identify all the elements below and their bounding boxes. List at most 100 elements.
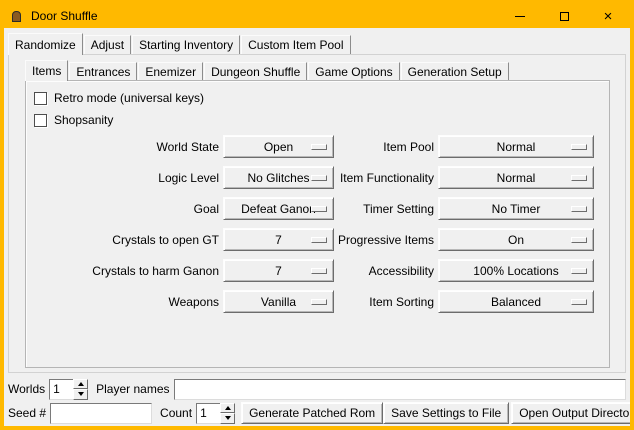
weapons-label: Weapons: [26, 295, 219, 309]
client-area: Randomize Adjust Starting Inventory Cust…: [4, 28, 630, 426]
player-names-input[interactable]: [174, 379, 627, 400]
timer-setting-label: Timer Setting: [334, 202, 434, 216]
crystals-open-gt-dropdown[interactable]: 7: [223, 228, 334, 251]
field-row: Logic Level No Glitches Item Functionali…: [26, 162, 609, 193]
worlds-spin-down-button[interactable]: [73, 389, 88, 400]
retro-mode-row: Retro mode (universal keys): [34, 87, 609, 109]
generate-patched-rom-button[interactable]: Generate Patched Rom: [241, 402, 383, 424]
item-sorting-dropdown[interactable]: Balanced: [438, 290, 594, 313]
worlds-spinner: [49, 379, 88, 400]
dropdown-indicator-icon: [311, 237, 327, 243]
world-state-label: World State: [26, 140, 219, 154]
field-row: Crystals to harm Ganon 7 Accessibility 1…: [26, 255, 609, 286]
maximize-button[interactable]: [542, 4, 586, 28]
dropdown-indicator-icon: [311, 206, 327, 212]
shopsanity-checkbox[interactable]: [34, 114, 47, 127]
down-arrow-icon: [225, 416, 231, 420]
inner-tab-bar: Items Entrances Enemizer Dungeon Shuffle…: [25, 59, 625, 80]
worlds-spin-buttons: [73, 379, 88, 400]
crystals-open-gt-value: 7: [275, 233, 282, 247]
seed-input[interactable]: [50, 403, 152, 424]
window-title: Door Shuffle: [31, 9, 98, 23]
dropdown-indicator-icon: [571, 299, 587, 305]
option-fields: World State Open Item Pool Normal Logic …: [26, 131, 609, 317]
open-output-directory-button[interactable]: Open Output Directory: [511, 402, 634, 424]
dropdown-indicator-icon: [571, 144, 587, 150]
dropdown-indicator-icon: [311, 144, 327, 150]
logic-level-value: No Glitches: [247, 171, 309, 185]
dropdown-indicator-icon: [571, 175, 587, 181]
accessibility-value: 100% Locations: [473, 264, 558, 278]
field-row: Crystals to open GT 7 Progressive Items …: [26, 224, 609, 255]
tab-entrances[interactable]: Entrances: [69, 62, 137, 80]
worlds-label: Worlds: [8, 382, 45, 396]
tab-game-options[interactable]: Game Options: [308, 62, 399, 80]
count-input[interactable]: [196, 403, 220, 424]
item-functionality-value: Normal: [497, 171, 536, 185]
weapons-dropdown[interactable]: Vanilla: [223, 290, 334, 313]
item-pool-value: Normal: [497, 140, 536, 154]
timer-setting-dropdown[interactable]: No Timer: [438, 197, 594, 220]
seed-label: Seed #: [8, 406, 46, 420]
worlds-row: Worlds Player names: [8, 378, 626, 400]
down-arrow-icon: [78, 392, 84, 396]
worlds-spin-up-button[interactable]: [73, 379, 88, 390]
accessibility-dropdown[interactable]: 100% Locations: [438, 259, 594, 282]
logic-level-dropdown[interactable]: No Glitches: [223, 166, 334, 189]
titlebar[interactable]: Door Shuffle ×: [4, 4, 630, 28]
dropdown-indicator-icon: [311, 299, 327, 305]
weapons-value: Vanilla: [261, 295, 296, 309]
dropdown-indicator-icon: [571, 206, 587, 212]
count-spin-down-button[interactable]: [220, 413, 235, 424]
dropdown-indicator-icon: [311, 175, 327, 181]
progressive-items-dropdown[interactable]: On: [438, 228, 594, 251]
crystals-harm-ganon-label: Crystals to harm Ganon: [26, 264, 219, 278]
retro-mode-checkbox[interactable]: [34, 92, 47, 105]
count-label: Count: [160, 406, 192, 420]
crystals-harm-ganon-dropdown[interactable]: 7: [223, 259, 334, 282]
count-spin-up-button[interactable]: [220, 403, 235, 414]
app-window: Door Shuffle × Randomize Adjust Starting…: [0, 0, 634, 430]
door-icon: [12, 11, 21, 22]
close-icon: ×: [604, 9, 613, 24]
count-spinner: [196, 403, 235, 424]
minimize-button[interactable]: [498, 4, 542, 28]
goal-value: Defeat Ganon: [241, 202, 316, 216]
minimize-icon: [515, 16, 525, 17]
checkbox-area: Retro mode (universal keys) Shopsanity: [26, 81, 609, 131]
tab-dungeon-shuffle[interactable]: Dungeon Shuffle: [204, 62, 307, 80]
count-spin-buttons: [220, 403, 235, 424]
tab-custom-item-pool[interactable]: Custom Item Pool: [241, 35, 350, 54]
goal-dropdown[interactable]: Defeat Ganon: [223, 197, 334, 220]
tab-randomize[interactable]: Randomize: [8, 33, 83, 55]
tab-adjust[interactable]: Adjust: [84, 35, 131, 54]
dropdown-indicator-icon: [571, 268, 587, 274]
retro-mode-label: Retro mode (universal keys): [54, 91, 204, 105]
field-row: Weapons Vanilla Item Sorting Balanced: [26, 286, 609, 317]
item-pool-dropdown[interactable]: Normal: [438, 135, 594, 158]
item-functionality-dropdown[interactable]: Normal: [438, 166, 594, 189]
field-row: World State Open Item Pool Normal: [26, 131, 609, 162]
timer-setting-value: No Timer: [492, 202, 541, 216]
progressive-items-value: On: [508, 233, 524, 247]
worlds-input[interactable]: [49, 379, 73, 400]
dropdown-indicator-icon: [571, 237, 587, 243]
tab-generation-setup[interactable]: Generation Setup: [401, 62, 509, 80]
tab-items[interactable]: Items: [25, 60, 68, 81]
crystals-harm-ganon-value: 7: [275, 264, 282, 278]
item-sorting-value: Balanced: [491, 295, 541, 309]
outer-tab-bar: Randomize Adjust Starting Inventory Cust…: [8, 32, 352, 54]
goal-label: Goal: [26, 202, 219, 216]
accessibility-label: Accessibility: [334, 264, 434, 278]
maximize-icon: [560, 12, 569, 21]
player-names-label: Player names: [96, 382, 169, 396]
save-settings-button[interactable]: Save Settings to File: [383, 402, 509, 424]
progressive-items-label: Progressive Items: [334, 233, 434, 247]
crystals-open-gt-label: Crystals to open GT: [26, 233, 219, 247]
tab-starting-inventory[interactable]: Starting Inventory: [132, 35, 240, 54]
tab-enemizer[interactable]: Enemizer: [138, 62, 203, 80]
world-state-dropdown[interactable]: Open: [223, 135, 334, 158]
close-button[interactable]: ×: [586, 4, 630, 28]
randomize-panel: Items Entrances Enemizer Dungeon Shuffle…: [8, 54, 626, 373]
app-icon: [10, 10, 23, 23]
